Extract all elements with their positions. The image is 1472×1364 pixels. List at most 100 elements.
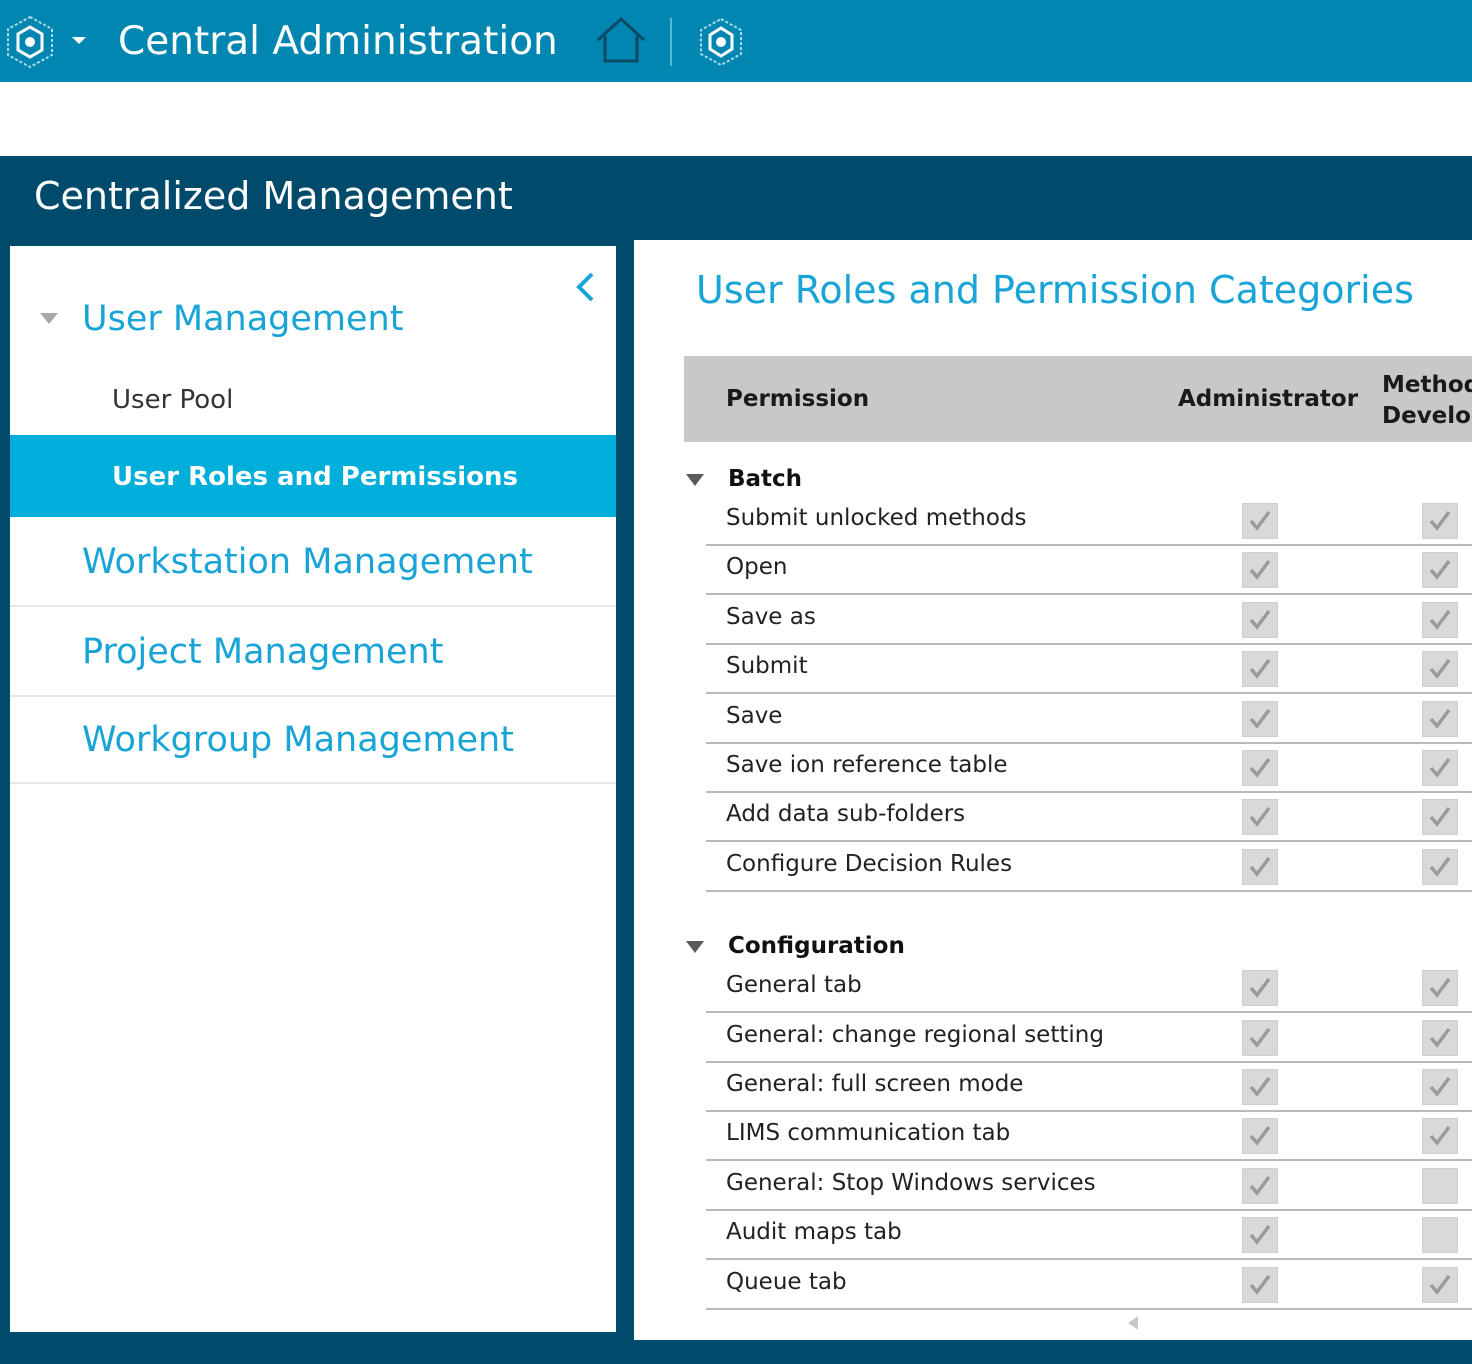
checked-checkbox[interactable] bbox=[1242, 552, 1278, 589]
table-row: General: full screen mode bbox=[706, 1063, 1472, 1112]
column-header-administrator[interactable]: Administrator bbox=[1178, 386, 1358, 412]
checked-checkbox[interactable] bbox=[1242, 700, 1278, 737]
permission-label: Audit maps tab bbox=[726, 1219, 902, 1246]
sidebar-item-workstation-management[interactable]: Workstation Management bbox=[82, 539, 533, 585]
check-icon bbox=[1429, 1027, 1451, 1048]
checked-checkbox[interactable] bbox=[1422, 601, 1458, 638]
hexagon-logo-icon[interactable] bbox=[4, 14, 56, 70]
sidebar-item-user-management[interactable]: User Management bbox=[82, 296, 403, 342]
checked-checkbox[interactable] bbox=[1422, 503, 1458, 539]
permission-label: General: full screen mode bbox=[726, 1071, 1024, 1097]
divider bbox=[10, 695, 616, 697]
check-icon bbox=[1249, 1126, 1271, 1147]
check-icon bbox=[1429, 560, 1451, 581]
checked-checkbox[interactable] bbox=[1242, 970, 1278, 1007]
permission-label: Save ion reference table bbox=[726, 752, 1008, 778]
table-row: Open bbox=[706, 546, 1472, 596]
check-icon bbox=[1429, 1076, 1451, 1097]
permission-label: Save bbox=[726, 702, 783, 729]
check-icon bbox=[1249, 560, 1271, 581]
checked-checkbox[interactable] bbox=[1422, 970, 1458, 1007]
permission-label: General tab bbox=[726, 972, 862, 999]
table-header: Permission Administrator Method Develop bbox=[684, 356, 1472, 442]
check-icon bbox=[1249, 1027, 1271, 1048]
checked-checkbox[interactable] bbox=[1422, 848, 1458, 885]
table-row: General: Stop Windows services bbox=[706, 1162, 1472, 1211]
checked-checkbox[interactable] bbox=[1422, 1069, 1458, 1105]
checked-checkbox[interactable] bbox=[1242, 1217, 1278, 1254]
scroll-left-icon[interactable] bbox=[1128, 1316, 1138, 1330]
check-icon bbox=[1429, 708, 1451, 729]
home-icon[interactable] bbox=[594, 14, 648, 66]
checked-checkbox[interactable] bbox=[1242, 503, 1278, 539]
group-expand-icon[interactable] bbox=[686, 474, 704, 486]
checked-checkbox[interactable] bbox=[1242, 1266, 1278, 1303]
checked-checkbox[interactable] bbox=[1422, 799, 1458, 836]
checked-checkbox[interactable] bbox=[1242, 601, 1278, 638]
group-expand-icon[interactable] bbox=[686, 941, 704, 954]
app-title: Central Administration bbox=[118, 19, 558, 64]
checked-checkbox[interactable] bbox=[1422, 651, 1458, 688]
sidebar bbox=[10, 246, 616, 1332]
section-title: Centralized Management bbox=[34, 174, 513, 218]
check-icon bbox=[1249, 659, 1271, 679]
checked-checkbox[interactable] bbox=[1242, 1069, 1278, 1105]
check-icon bbox=[1429, 1126, 1451, 1147]
group-label[interactable]: Configuration bbox=[728, 933, 905, 959]
sidebar-item-project-management[interactable]: Project Management bbox=[82, 629, 443, 675]
toolbar-separator bbox=[670, 18, 672, 66]
sidebar-item-user-pool[interactable]: User Pool bbox=[112, 382, 233, 418]
checked-checkbox[interactable] bbox=[1242, 799, 1278, 836]
unchecked-checkbox[interactable] bbox=[1422, 1217, 1458, 1254]
table-row: Save as bbox=[706, 596, 1472, 645]
checked-checkbox[interactable] bbox=[1242, 750, 1278, 786]
table-row: Queue tab bbox=[706, 1261, 1472, 1310]
check-icon bbox=[1429, 510, 1451, 531]
checked-checkbox[interactable] bbox=[1242, 651, 1278, 688]
sidebar-item-label: User Roles and Permissions bbox=[112, 462, 518, 492]
chevron-down-icon[interactable] bbox=[66, 31, 92, 49]
table-row: General tab bbox=[706, 964, 1472, 1014]
check-icon bbox=[1429, 856, 1451, 877]
checked-checkbox[interactable] bbox=[1422, 1266, 1458, 1303]
sidebar-item-workgroup-management[interactable]: Workgroup Management bbox=[82, 717, 514, 763]
check-icon bbox=[1249, 1225, 1271, 1245]
check-icon bbox=[1429, 1274, 1451, 1295]
checked-checkbox[interactable] bbox=[1422, 750, 1458, 786]
checked-checkbox[interactable] bbox=[1422, 1019, 1458, 1056]
permission-label: General: Stop Windows services bbox=[726, 1169, 1096, 1196]
checked-checkbox[interactable] bbox=[1422, 1118, 1458, 1155]
column-header-permission[interactable]: Permission bbox=[726, 386, 869, 412]
chevron-left-icon[interactable] bbox=[570, 268, 600, 308]
permission-label: LIMS communication tab bbox=[726, 1120, 1011, 1147]
check-icon bbox=[1249, 856, 1271, 877]
check-icon bbox=[1429, 659, 1451, 679]
column-header-method-developer[interactable]: Method Develop bbox=[1382, 370, 1472, 432]
checked-checkbox[interactable] bbox=[1422, 700, 1458, 737]
permission-label: Configure Decision Rules bbox=[726, 850, 1013, 877]
table-row: Submit unlocked methods bbox=[706, 497, 1472, 546]
check-icon bbox=[1249, 807, 1271, 828]
expand-triangle-icon[interactable] bbox=[40, 313, 58, 324]
group-label[interactable]: Batch bbox=[728, 466, 802, 492]
table-row: Save ion reference table bbox=[706, 744, 1472, 793]
unchecked-checkbox[interactable] bbox=[1422, 1167, 1458, 1204]
check-icon bbox=[1429, 807, 1451, 828]
table-row: Audit maps tab bbox=[706, 1211, 1472, 1261]
permission-label: Submit unlocked methods bbox=[726, 505, 1027, 531]
check-icon bbox=[1249, 978, 1271, 998]
check-icon bbox=[1249, 510, 1271, 531]
divider bbox=[10, 782, 616, 784]
checked-checkbox[interactable] bbox=[1242, 1167, 1278, 1204]
checked-checkbox[interactable] bbox=[1242, 848, 1278, 885]
checked-checkbox[interactable] bbox=[1422, 552, 1458, 589]
checked-checkbox[interactable] bbox=[1242, 1019, 1278, 1056]
hexagon-settings-icon[interactable] bbox=[696, 16, 746, 68]
permission-label: Queue tab bbox=[726, 1268, 847, 1295]
check-icon bbox=[1429, 609, 1451, 630]
check-icon bbox=[1429, 978, 1451, 998]
page-title: User Roles and Permission Categories bbox=[696, 268, 1414, 312]
main-panel: User Roles and Permission Categories Per… bbox=[634, 240, 1472, 1340]
checked-checkbox[interactable] bbox=[1242, 1118, 1278, 1155]
permission-label: Add data sub-folders bbox=[726, 801, 966, 828]
